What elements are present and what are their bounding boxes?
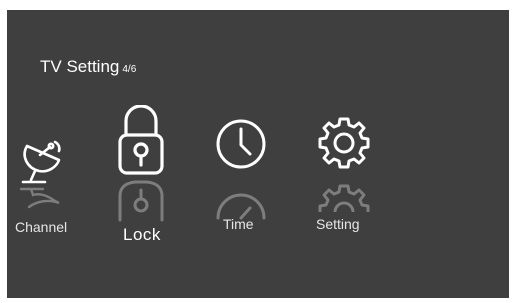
- gear-icon: [318, 117, 370, 169]
- page-indicator: 4/6: [122, 64, 137, 75]
- menu-item-label-setting: Setting: [316, 216, 360, 232]
- satellite-dish-icon: [21, 140, 61, 184]
- page-title-text: TV Setting: [40, 57, 120, 76]
- padlock-reflection-icon: [118, 180, 164, 222]
- gear-reflection-icon: [318, 184, 370, 213]
- clock-icon: [216, 119, 266, 169]
- menu-item-label-time: Time: [223, 216, 254, 232]
- tv-setting-screen: TV Setting 4/6 Channel Lock Time Setting: [7, 10, 509, 298]
- satellite-dish-reflection-icon: [19, 187, 60, 209]
- page-title: TV Setting 4/6: [40, 57, 136, 77]
- menu-item-label-channel: Channel: [15, 219, 68, 235]
- clock-reflection-icon: [216, 193, 266, 220]
- menu-item-label-lock: Lock: [123, 225, 161, 244]
- padlock-icon: [118, 105, 164, 175]
